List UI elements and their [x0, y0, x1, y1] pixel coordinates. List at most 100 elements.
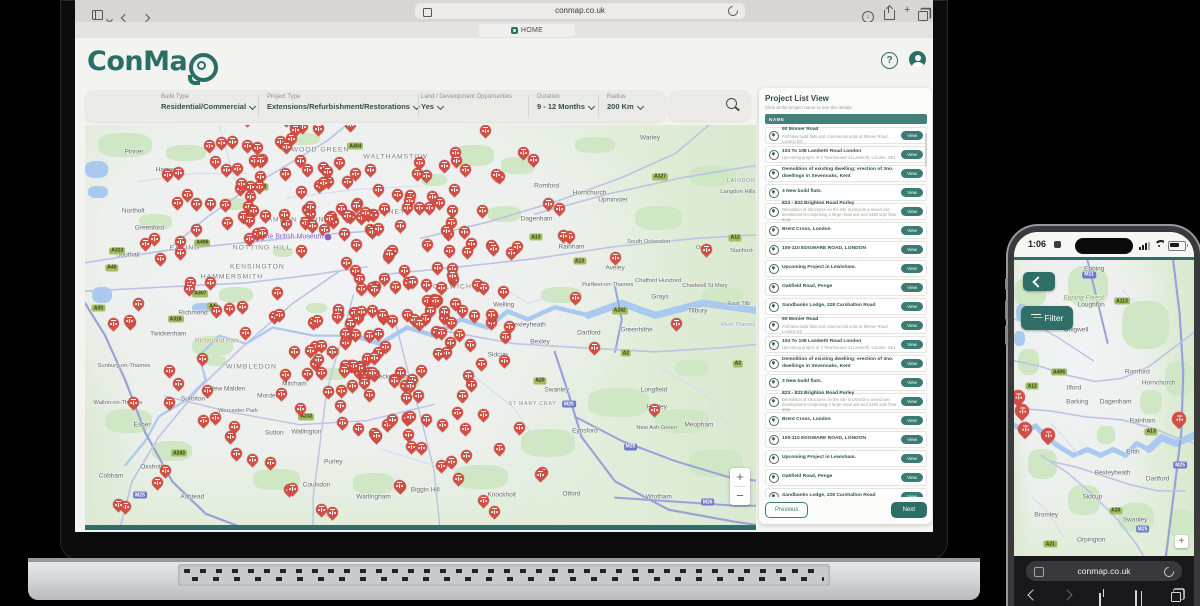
list-item[interactable]: Oakfield Road, PengeView	[765, 469, 927, 486]
view-button[interactable]: View	[901, 397, 923, 406]
phone-tabs-icon[interactable]	[1171, 590, 1181, 600]
phone-url-bar[interactable]: conmap.co.uk	[1026, 561, 1182, 581]
project-title[interactable]: Brent Cross, London	[782, 227, 898, 233]
list-item[interactable]: 90 Monier RoadFull New build flats and c…	[765, 317, 927, 334]
search-box[interactable]	[668, 90, 751, 121]
view-button[interactable]: View	[901, 245, 923, 254]
project-title[interactable]: Demolition of existing dwelling; erectio…	[782, 357, 898, 369]
list-item[interactable]: 100-110 EDGWARE ROAD, LONDONView	[765, 431, 927, 448]
view-button[interactable]: View	[901, 302, 923, 311]
zoom-in-button[interactable]: +	[736, 468, 744, 486]
filter-radius[interactable]: Radius200 Km	[607, 94, 643, 111]
view-button[interactable]: View	[901, 340, 923, 349]
list-item[interactable]: Upcoming Project in Lewisham.View	[765, 450, 927, 467]
view-button[interactable]: View	[901, 264, 923, 273]
phone-forward-icon[interactable]	[1063, 590, 1073, 600]
filter-project-type[interactable]: Project TypeExtensions/Refurbishment/Res…	[267, 94, 419, 111]
filter-build-type[interactable]: Build TypeResidential/Commercial	[161, 94, 255, 111]
project-title[interactable]: 823 - 833 Brighton Road Purley	[782, 391, 898, 397]
list-item[interactable]: Oakfield Road, PengeView	[765, 279, 927, 296]
project-title[interactable]: Brent Cross, London	[782, 417, 898, 423]
project-title[interactable]: 104 To 108 Lambeth Road London	[782, 339, 898, 345]
phone-reader-icon[interactable]	[1034, 567, 1044, 577]
project-title[interactable]: 3 New build flats.	[782, 189, 898, 195]
list-item[interactable]: Upcoming Project in Lewisham.View	[765, 260, 927, 277]
project-title[interactable]: Upcoming Project in Lewisham.	[782, 265, 898, 271]
filter-value[interactable]: Yes	[421, 102, 512, 111]
filter-land-development-opportunities[interactable]: Land / Development OpportunitiesYes	[421, 94, 512, 111]
list-item[interactable]: 104 To 108 Lambeth Road LondonUpcoming p…	[765, 336, 927, 353]
project-title[interactable]: 104 To 108 Lambeth Road London	[782, 149, 898, 155]
list-item[interactable]: 823 - 833 Brighton Road PurleyDemolition…	[765, 393, 927, 410]
refresh-icon[interactable]	[726, 4, 740, 18]
account-avatar[interactable]	[909, 51, 926, 68]
list-item[interactable]: Brent Cross, LondonView	[765, 412, 927, 429]
list-item[interactable]: 823 - 833 Brighton Road PurleyDemolition…	[765, 203, 927, 220]
view-button[interactable]: View	[901, 416, 923, 425]
filter-value[interactable]: 200 Km	[607, 102, 643, 111]
list-item[interactable]: Brent Cross, LondonView	[765, 222, 927, 239]
project-title[interactable]: Upcoming Project in Lewisham.	[782, 455, 898, 461]
reader-icon[interactable]	[423, 7, 432, 23]
map-canvas[interactable]: WALTHAMSTOWWOOD GREENCAMDEN TOWNHACKNEYT…	[85, 125, 756, 530]
list-item[interactable]: 104 To 108 Lambeth Road LondonUpcoming p…	[765, 146, 927, 163]
url-bar[interactable]: conmap.co.uk	[415, 3, 745, 19]
project-title[interactable]: 90 Monier Road	[782, 317, 898, 323]
project-title[interactable]: Oakfield Road, Penge	[782, 284, 898, 290]
conmap-logo[interactable]: ConMa	[87, 46, 218, 77]
view-button[interactable]: View	[901, 492, 923, 497]
project-title[interactable]: 823 - 833 Brighton Road Purley	[782, 201, 898, 207]
phone-zoom-in-button[interactable]: +	[1175, 535, 1188, 548]
project-title[interactable]: Oakfield Road, Penge	[782, 474, 898, 480]
project-title[interactable]: 3 New build flats.	[782, 379, 898, 385]
project-title[interactable]: 100-110 EDGWARE ROAD, LONDON	[782, 246, 898, 252]
tab-home[interactable]: HOME	[479, 24, 575, 37]
view-button[interactable]: View	[901, 359, 923, 368]
view-button[interactable]: View	[901, 150, 923, 159]
view-button[interactable]: View	[901, 435, 923, 444]
list-item[interactable]: 3 New build flats.View	[765, 374, 927, 391]
scrollbar[interactable]	[925, 133, 928, 167]
filter-duration[interactable]: Duration9 - 12 Months	[537, 94, 594, 111]
list-item[interactable]: 100-110 EDGWARE ROAD, LONDONView	[765, 241, 927, 258]
phone-refresh-icon[interactable]	[1162, 565, 1176, 579]
view-button[interactable]: View	[901, 169, 923, 178]
view-button[interactable]: View	[901, 188, 923, 197]
filter-value[interactable]: Extensions/Refurbishment/Restorations	[267, 102, 419, 111]
list-item[interactable]: 3 New build flats.View	[765, 184, 927, 201]
filter-value[interactable]: Residential/Commercial	[161, 102, 255, 111]
filter-value[interactable]: 9 - 12 Months	[537, 102, 594, 111]
list-item[interactable]: Demolition of existing dwelling; erectio…	[765, 355, 927, 372]
project-title[interactable]: 90 Monier Road	[782, 127, 898, 133]
phone-share-icon[interactable]	[1099, 590, 1109, 600]
project-title[interactable]: Sandbanks Lodge, 228 Carshalton Road	[782, 493, 898, 497]
view-button[interactable]: View	[901, 226, 923, 235]
view-button[interactable]: View	[901, 283, 923, 292]
project-title[interactable]: Sandbanks Lodge, 228 Carshalton Road	[782, 303, 898, 309]
view-button[interactable]: View	[901, 207, 923, 216]
zoom-out-button[interactable]: −	[736, 487, 744, 505]
view-button[interactable]: View	[901, 454, 923, 463]
view-button[interactable]: View	[901, 131, 923, 140]
phone-back-icon[interactable]	[1027, 590, 1037, 600]
list-item[interactable]: 90 Monier RoadFull New build flats and c…	[765, 127, 927, 144]
filter-button[interactable]: Filter	[1021, 306, 1073, 330]
site-favicon	[511, 27, 518, 34]
list-item[interactable]: Demolition of existing dwelling; erectio…	[765, 165, 927, 182]
view-button[interactable]: View	[901, 378, 923, 387]
new-tab-icon[interactable]: +	[904, 4, 910, 16]
list-item[interactable]: Sandbanks Lodge, 228 Carshalton RoadView	[765, 488, 927, 497]
view-button[interactable]: View	[901, 473, 923, 482]
phone-map-canvas[interactable]: Filter + EppingEpping ForestLoughtonChig…	[1014, 260, 1194, 556]
list-item[interactable]: Sandbanks Lodge, 228 Carshalton RoadView	[765, 298, 927, 315]
back-button[interactable]	[1023, 272, 1055, 291]
next-button[interactable]: Next	[891, 502, 927, 518]
downloads-icon[interactable]: ↓	[862, 5, 874, 23]
project-title[interactable]: 100-110 EDGWARE ROAD, LONDON	[782, 436, 898, 442]
map-zoom-control[interactable]: + −	[730, 468, 750, 505]
view-button[interactable]: View	[901, 321, 923, 330]
help-button[interactable]: ?	[881, 52, 898, 69]
project-title[interactable]: Demolition of existing dwelling; erectio…	[782, 167, 898, 179]
previous-button[interactable]: Previous	[765, 502, 808, 518]
phone-bookmarks-icon[interactable]	[1135, 590, 1145, 600]
